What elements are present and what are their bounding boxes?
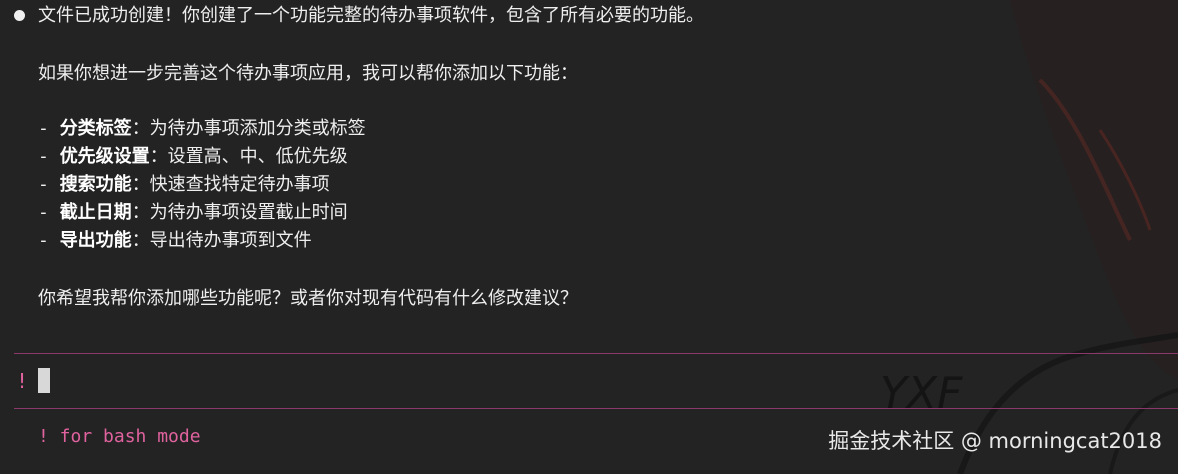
input-bottom-divider xyxy=(14,408,1178,409)
prompt-symbol: ! xyxy=(16,369,29,393)
assistant-question: 你希望我帮你添加哪些功能呢？或者你对现有代码有什么修改建议？ xyxy=(38,288,578,309)
feature-desc: ：导出待办事项到文件 xyxy=(131,230,312,251)
feature-title: 导出功能 xyxy=(59,230,132,251)
feature-title: 优先级设置 xyxy=(59,146,150,167)
feature-prefix: - xyxy=(38,118,60,139)
feature-prefix: - xyxy=(38,146,60,167)
feature-prefix: - xyxy=(38,230,60,251)
feature-desc: ：快速查找特定待办事项 xyxy=(131,174,330,195)
watermark-text: 掘金技术社区 @ morningcat2018 xyxy=(828,429,1162,453)
hair-stroke xyxy=(1098,129,1152,231)
feature-prefix: - xyxy=(38,174,60,195)
feature-list-item: - 导出功能：导出待办事项到文件 xyxy=(38,227,312,255)
feature-desc: ：为待办事项设置截止时间 xyxy=(131,202,348,223)
feature-desc: ：为待办事项添加分类或标签 xyxy=(131,118,366,139)
feature-desc: ：设置高、中、低优先级 xyxy=(149,146,348,167)
art-signature-text: YXF xyxy=(880,368,963,419)
feature-list-item: - 搜索功能：快速查找特定待办事项 xyxy=(38,171,330,199)
feature-prefix: - xyxy=(38,202,60,223)
input-top-divider xyxy=(14,353,1178,354)
feature-list-item: - 优先级设置：设置高、中、低优先级 xyxy=(38,143,348,171)
input-cursor[interactable] xyxy=(38,368,50,393)
assistant-message-line: 文件已成功创建！你创建了一个功能完整的待办事项软件，包含了所有必要的功能。 xyxy=(38,5,704,26)
feature-list-item: - 截止日期：为待办事项设置截止时间 xyxy=(38,199,348,227)
feature-title: 截止日期 xyxy=(59,202,132,223)
feature-title: 搜索功能 xyxy=(59,174,132,195)
bash-mode-hint: ! for bash mode xyxy=(38,426,201,447)
response-bullet-icon xyxy=(14,10,25,21)
feature-list-item: - 分类标签：为待办事项添加分类或标签 xyxy=(38,115,366,143)
hair-stroke xyxy=(1010,0,1178,380)
feature-title: 分类标签 xyxy=(59,118,132,139)
assistant-message-line: 如果你想进一步完善这个待办事项应用，我可以帮你添加以下功能： xyxy=(38,63,578,84)
hair-stroke xyxy=(1038,78,1132,241)
